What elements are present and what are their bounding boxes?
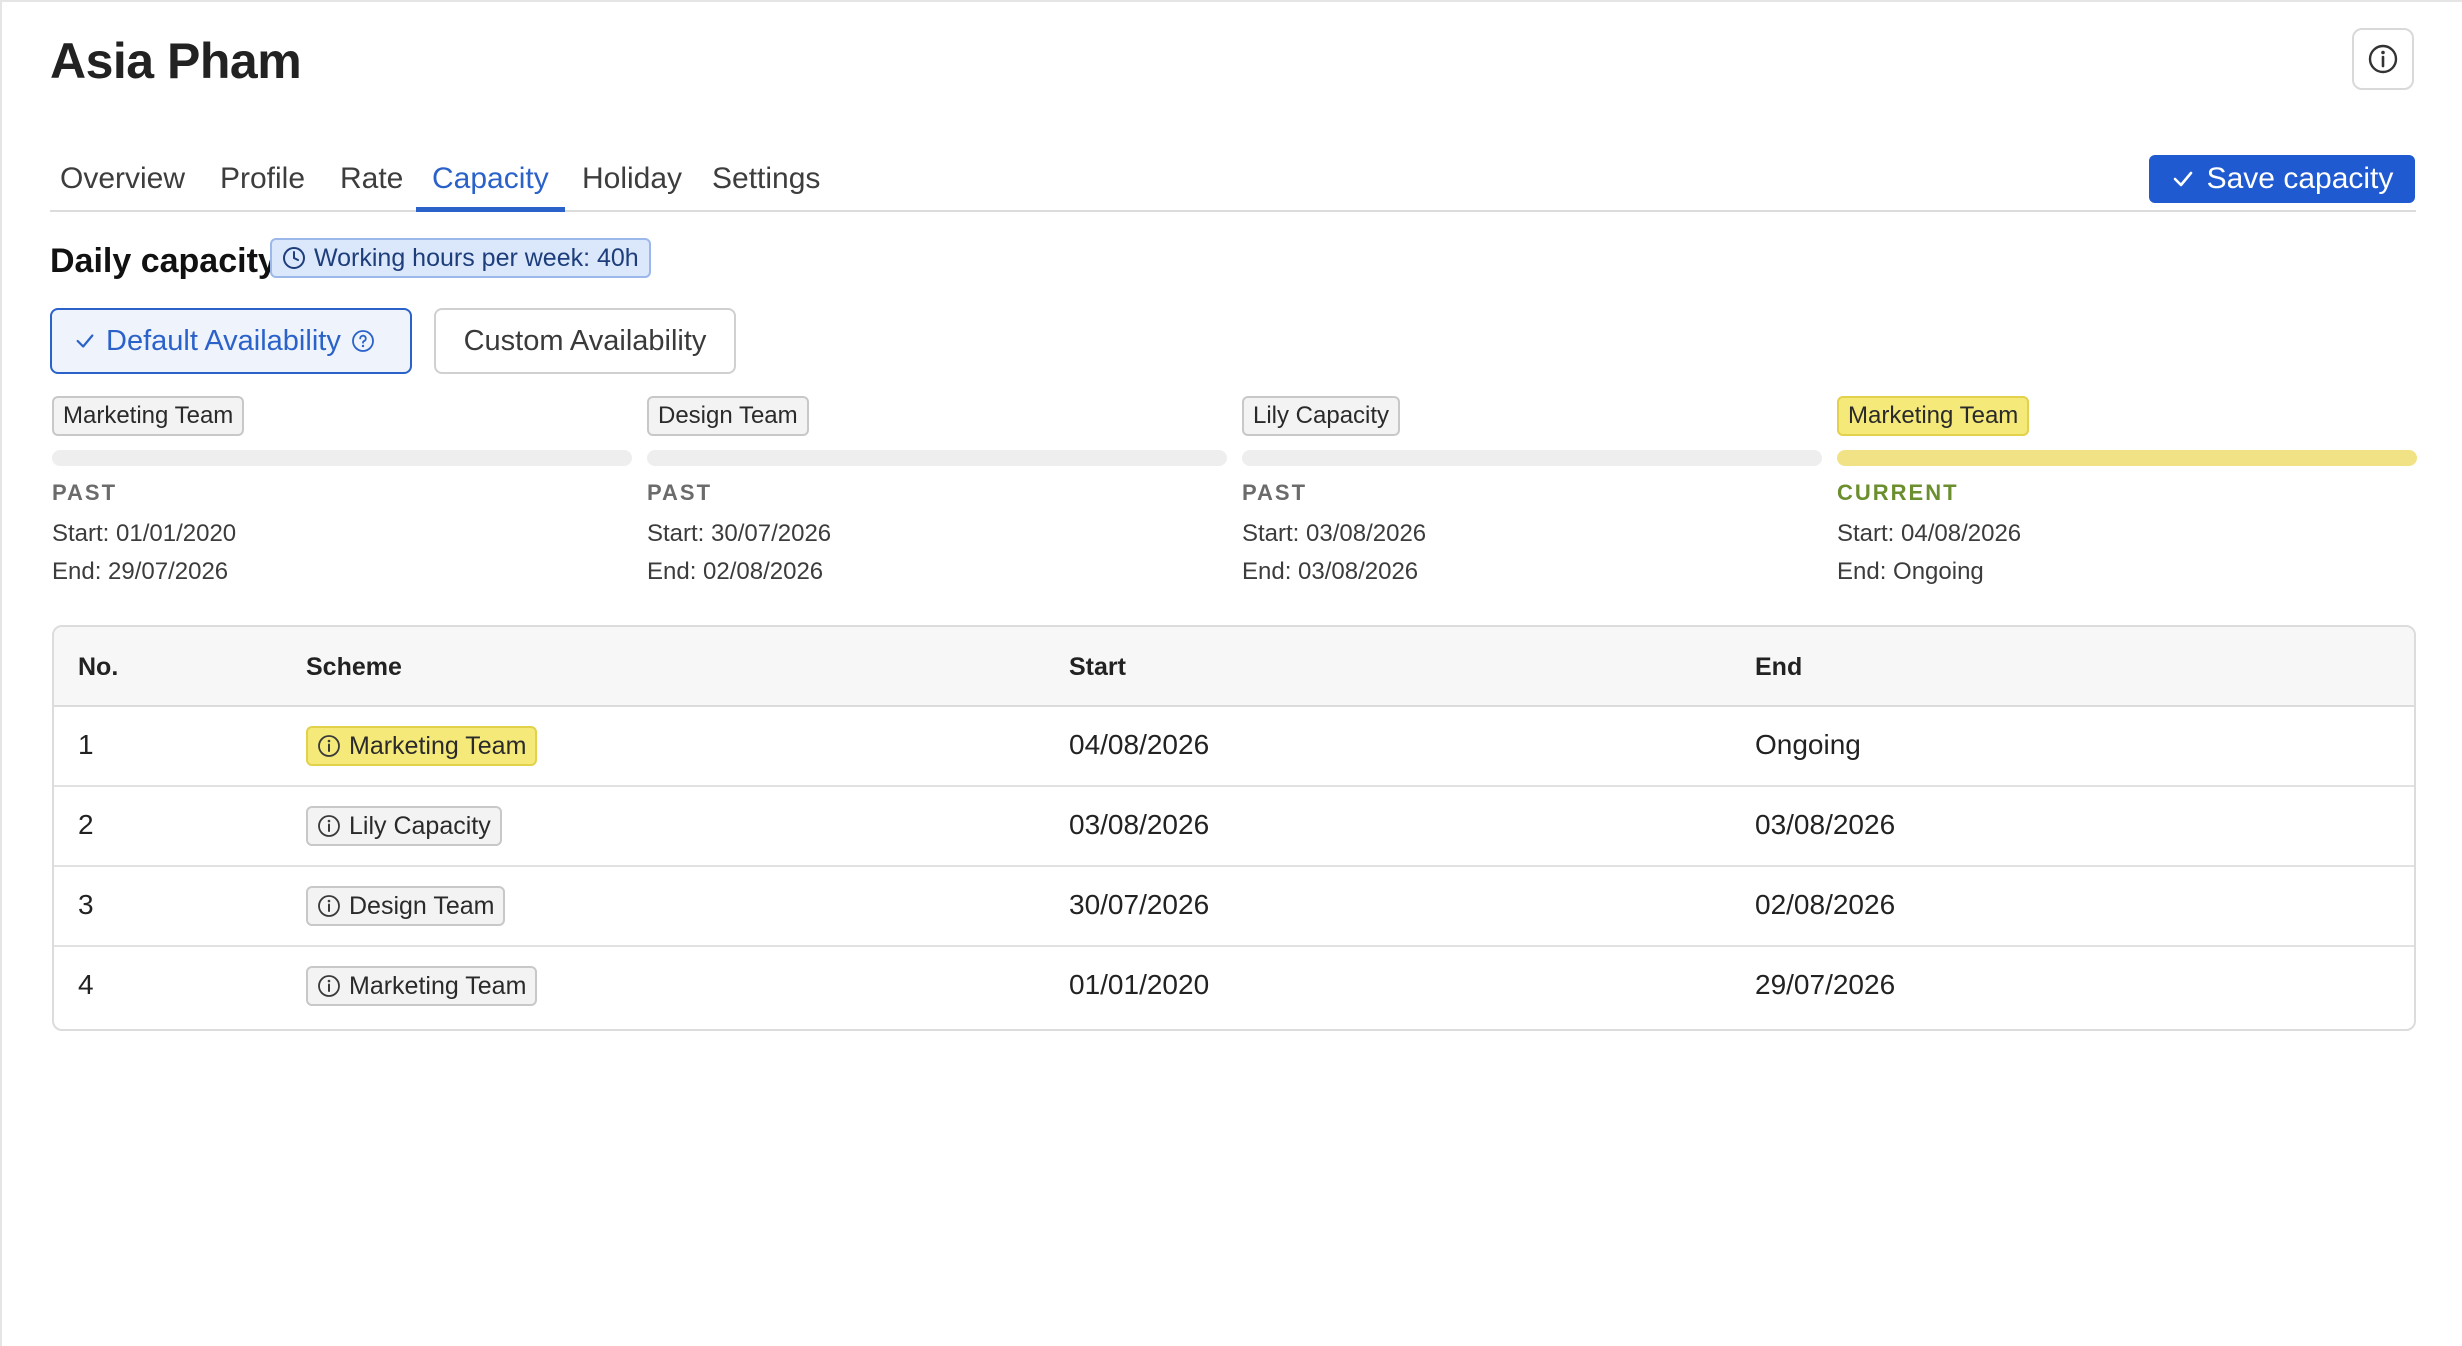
scheme-name: Design Team xyxy=(349,891,495,920)
info-circle-icon xyxy=(2367,43,2399,75)
timeline-bar xyxy=(1837,450,2417,466)
working-hours-label: Working hours per week: 40h xyxy=(314,243,639,272)
column-header-start: Start xyxy=(1069,653,1126,681)
timeline-segment: Marketing Team PAST Start: 01/01/2020 En… xyxy=(52,396,632,586)
column-header-end: End xyxy=(1755,653,1803,681)
row-number: 4 xyxy=(78,969,94,1000)
row-end-date: 02/08/2026 xyxy=(1755,889,1896,920)
question-circle-icon[interactable] xyxy=(351,329,375,353)
timeline-segment-current: Marketing Team CURRENT Start: 04/08/2026… xyxy=(1837,396,2417,586)
timeline-segment: Lily Capacity PAST Start: 03/08/2026 End… xyxy=(1242,396,1822,586)
row-start-date: 30/07/2026 xyxy=(1069,889,1210,920)
timeline-end: End: 02/08/2026 xyxy=(647,558,824,585)
row-number: 1 xyxy=(78,729,94,760)
info-button[interactable] xyxy=(2352,28,2414,90)
scheme-tag[interactable]: Marketing Team xyxy=(306,966,538,1006)
tab-bar: Overview Profile Rate Capacity Holiday S… xyxy=(50,152,2416,212)
section-title: Daily capacity xyxy=(50,242,277,280)
timeline-segment: Design Team PAST Start: 30/07/2026 End: … xyxy=(647,396,1227,586)
timeline-start: Start: 01/01/2020 xyxy=(52,520,237,547)
tab-profile[interactable]: Profile xyxy=(204,152,321,210)
row-start-date: 01/01/2020 xyxy=(1069,969,1210,1000)
scheme-tag[interactable]: Design Team xyxy=(306,886,506,926)
capacity-schemes-table: No. Scheme Start End 1 Marketing Team 04… xyxy=(52,625,2416,1031)
check-icon xyxy=(2171,167,2195,191)
tab-rate[interactable]: Rate xyxy=(324,152,419,210)
timeline-bar xyxy=(52,450,632,466)
timeline-status: PAST xyxy=(52,480,118,505)
row-number: 3 xyxy=(78,889,94,920)
info-circle-icon xyxy=(317,894,341,918)
timeline-scheme-tag[interactable]: Marketing Team xyxy=(1837,396,2030,436)
scheme-name: Lily Capacity xyxy=(349,811,491,840)
info-circle-icon xyxy=(317,814,341,838)
timeline-end: End: 03/08/2026 xyxy=(1242,558,1419,585)
timeline-scheme-tag[interactable]: Lily Capacity xyxy=(1242,396,1401,436)
row-end-date: 29/07/2026 xyxy=(1755,969,1896,1000)
row-end-date: 03/08/2026 xyxy=(1755,809,1896,840)
tab-settings[interactable]: Settings xyxy=(696,152,836,210)
row-number: 2 xyxy=(78,809,94,840)
table-row: 4 Marketing Team 01/01/2020 29/07/2026 xyxy=(54,947,2414,1027)
timeline-end: End: 29/07/2026 xyxy=(52,558,229,585)
timeline-status: PAST xyxy=(1242,480,1308,505)
timeline-scheme-tag[interactable]: Marketing Team xyxy=(52,396,245,436)
tab-overview[interactable]: Overview xyxy=(44,152,201,210)
scheme-tag[interactable]: Lily Capacity xyxy=(306,806,502,846)
timeline-scheme-tag[interactable]: Design Team xyxy=(647,396,809,436)
scheme-name: Marketing Team xyxy=(349,971,527,1000)
custom-availability-button[interactable]: Custom Availability xyxy=(434,308,736,374)
row-start-date: 04/08/2026 xyxy=(1069,729,1210,760)
timeline-start: Start: 30/07/2026 xyxy=(647,520,832,547)
tab-holiday[interactable]: Holiday xyxy=(566,152,698,210)
working-hours-badge: Working hours per week: 40h xyxy=(270,238,651,278)
timeline-start: Start: 04/08/2026 xyxy=(1837,520,2022,547)
info-circle-icon xyxy=(317,974,341,998)
row-end-date: Ongoing xyxy=(1755,729,1861,760)
scheme-name: Marketing Team xyxy=(349,731,527,760)
save-capacity-button[interactable]: Save capacity xyxy=(2149,155,2415,203)
scheme-tag[interactable]: Marketing Team xyxy=(306,726,538,766)
timeline-bar xyxy=(647,450,1227,466)
column-header-scheme: Scheme xyxy=(306,653,402,681)
save-capacity-label: Save capacity xyxy=(2206,162,2394,195)
timeline-bar xyxy=(1242,450,1822,466)
table-row: 1 Marketing Team 04/08/2026 Ongoing xyxy=(54,707,2414,787)
timeline-status: CURRENT xyxy=(1837,480,1959,505)
info-circle-icon xyxy=(317,734,341,758)
capacity-page: Asia Pham Overview Profile Rate Capacity… xyxy=(0,0,2462,1346)
clock-icon xyxy=(282,246,306,270)
timeline-status: PAST xyxy=(647,480,713,505)
timeline-end: End: Ongoing xyxy=(1837,558,1984,585)
column-header-no: No. xyxy=(78,653,119,681)
tab-capacity[interactable]: Capacity xyxy=(416,152,565,212)
table-row: 3 Design Team 30/07/2026 02/08/2026 xyxy=(54,867,2414,947)
timeline-start: Start: 03/08/2026 xyxy=(1242,520,1427,547)
table-row: 2 Lily Capacity 03/08/2026 03/08/2026 xyxy=(54,787,2414,867)
default-availability-label: Default Availability xyxy=(106,324,341,357)
row-start-date: 03/08/2026 xyxy=(1069,809,1210,840)
default-availability-button[interactable]: Default Availability xyxy=(50,308,412,374)
page-title: Asia Pham xyxy=(50,33,302,89)
table-header: No. Scheme Start End xyxy=(54,627,2414,707)
check-icon xyxy=(74,330,96,352)
